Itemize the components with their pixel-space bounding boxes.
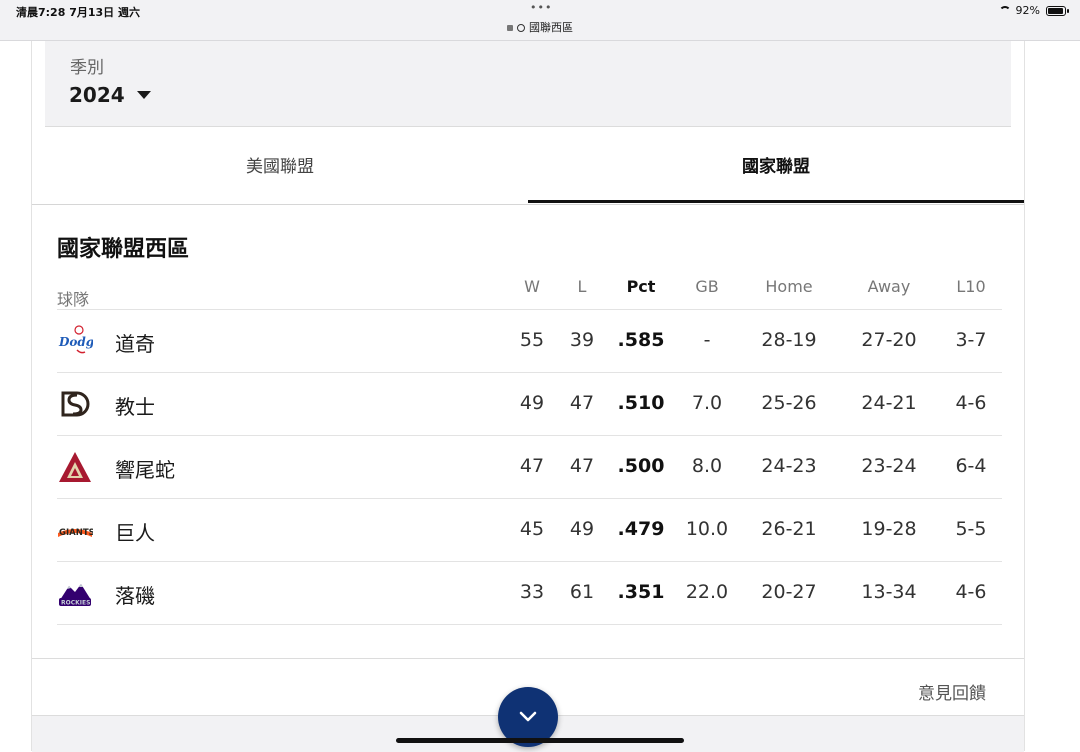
season-select[interactable]: 2024 — [69, 83, 151, 107]
cell-away: 24-21 — [861, 392, 917, 414]
table-row[interactable]: Dodgers 道奇 55 39 .585 - 28-19 27-20 3-7 — [57, 310, 1002, 373]
cell-w: 33 — [519, 581, 545, 603]
cell-gb: 10.0 — [685, 518, 729, 540]
cell-l: 49 — [569, 518, 595, 540]
table-row[interactable]: 教士 49 47 .510 7.0 25-26 24-21 4-6 — [57, 373, 1002, 436]
team-name: 教士 — [115, 395, 155, 419]
status-time-date: 清晨7:28 7月13日 週六 — [16, 6, 140, 19]
tab-american-league[interactable]: 美國聯盟 — [32, 127, 528, 202]
cell-l10: 5-5 — [955, 518, 987, 540]
dodgers-logo: Dodgers — [58, 325, 93, 354]
more-dots-icon[interactable]: ••• — [530, 1, 552, 14]
column-header-home: Home — [765, 277, 813, 296]
cell-pct: .510 — [617, 392, 665, 414]
cell-l: 47 — [569, 392, 595, 414]
cell-l10: 4-6 — [955, 392, 987, 414]
cell-pct: .500 — [617, 455, 665, 477]
cell-l: 47 — [569, 455, 595, 477]
svg-text:ROCKIES: ROCKIES — [61, 600, 90, 607]
padres-logo — [61, 391, 90, 417]
column-header-l10: L10 — [956, 277, 986, 296]
wifi-icon — [998, 5, 1012, 16]
cell-home: 26-21 — [761, 518, 817, 540]
cell-gb: - — [703, 329, 711, 351]
address-bar[interactable]: 國聯西區 — [500, 19, 580, 35]
cell-pct: .479 — [617, 518, 665, 540]
cell-pct: .585 — [617, 329, 665, 351]
cell-home: 24-23 — [761, 455, 817, 477]
cell-l10: 3-7 — [955, 329, 987, 351]
team-name: 落磯 — [115, 584, 155, 608]
cell-away: 19-28 — [861, 518, 917, 540]
cell-l: 61 — [569, 581, 595, 603]
cell-l10: 4-6 — [955, 581, 987, 603]
caret-down-icon — [136, 91, 151, 99]
giants-logo: GIANTS — [58, 528, 93, 538]
cell-away: 23-24 — [861, 455, 917, 477]
column-header-team: 球隊 — [57, 290, 90, 309]
column-header-gb: GB — [695, 277, 719, 296]
cell-away: 13-34 — [861, 581, 917, 603]
cell-l10: 6-4 — [955, 455, 987, 477]
home-indicator[interactable] — [396, 738, 684, 743]
team-name: 道奇 — [115, 332, 155, 356]
chevron-down-icon — [519, 711, 537, 722]
cell-away: 27-20 — [861, 329, 917, 351]
column-header-w: W — [524, 277, 540, 296]
cell-w: 45 — [519, 518, 545, 540]
search-icon — [517, 24, 525, 32]
column-header-away: Away — [867, 277, 911, 296]
column-header-l: L — [577, 277, 587, 296]
cell-home: 25-26 — [761, 392, 817, 414]
address-text: 國聯西區 — [529, 21, 573, 34]
section-divider — [32, 658, 1024, 659]
season-panel: 季別 2024 — [45, 41, 1011, 127]
svg-text:GIANTS: GIANTS — [59, 528, 93, 538]
battery-icon — [1046, 5, 1069, 16]
status-indicators: 92% — [998, 4, 1069, 17]
cell-gb: 22.0 — [685, 581, 729, 603]
table-row[interactable]: ROCKIES 落磯 33 61 .351 22.0 20-27 13-34 4… — [57, 562, 1002, 625]
cell-pct: .351 — [617, 581, 665, 603]
season-value: 2024 — [69, 83, 125, 107]
cell-l: 39 — [569, 329, 595, 351]
division-title: 國家聯盟西區 — [57, 237, 190, 262]
team-name: 響尾蛇 — [115, 458, 175, 482]
status-bar: 清晨7:28 7月13日 週六 ••• 國聯西區 92% — [0, 0, 1080, 41]
rockies-logo: ROCKIES — [59, 584, 91, 607]
cell-gb: 7.0 — [691, 392, 723, 414]
cell-w: 47 — [519, 455, 545, 477]
tab-national-league[interactable]: 國家聯盟 — [528, 127, 1024, 203]
cell-w: 49 — [519, 392, 545, 414]
team-name: 巨人 — [115, 521, 155, 545]
league-tabs: 美國聯盟 國家聯盟 — [32, 127, 1024, 205]
table-row[interactable]: GIANTS 巨人 45 49 .479 10.0 26-21 19-28 5-… — [57, 499, 1002, 562]
column-header-pct: Pct — [626, 277, 656, 296]
cell-gb: 8.0 — [691, 455, 723, 477]
table-row[interactable]: 響尾蛇 47 47 .500 8.0 24-23 23-24 6-4 — [57, 436, 1002, 499]
cell-home: 28-19 — [761, 329, 817, 351]
battery-percent: 92% — [1015, 4, 1040, 17]
cell-w: 55 — [519, 329, 545, 351]
page-content: 季別 2024 美國聯盟 國家聯盟 國家聯盟西區 球隊 W L Pct GB H… — [31, 41, 1025, 752]
season-label: 季別 — [70, 58, 104, 78]
svg-text:Dodgers: Dodgers — [58, 335, 93, 349]
lock-icon — [507, 25, 513, 31]
cell-home: 20-27 — [761, 581, 817, 603]
diamondbacks-logo — [59, 452, 91, 482]
feedback-link[interactable]: 意見回饋 — [918, 679, 986, 704]
